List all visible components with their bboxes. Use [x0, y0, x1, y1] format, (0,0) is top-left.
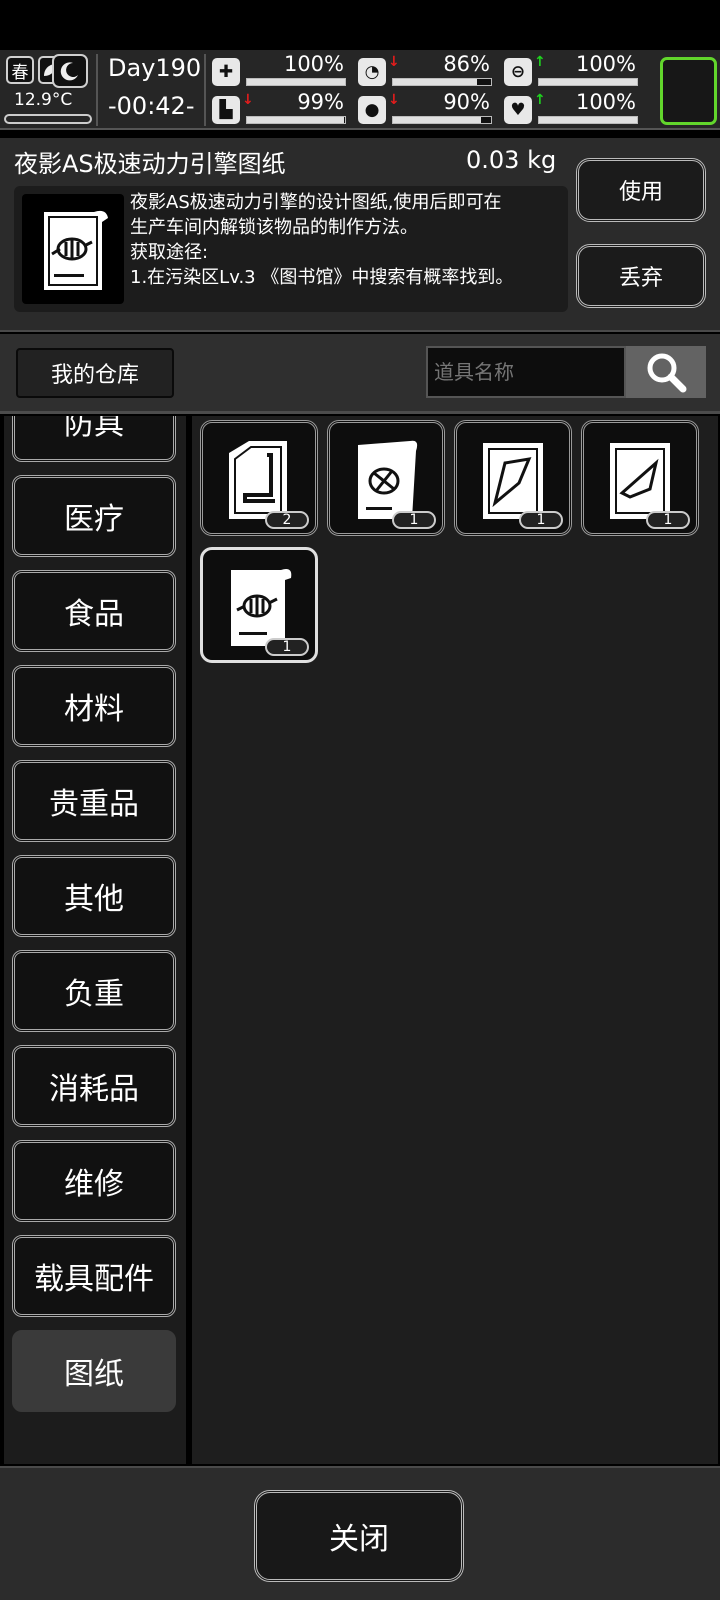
use-button[interactable]: 使用: [576, 158, 706, 222]
stat-bar-fill: [247, 79, 345, 85]
item-description-box: 夜影AS极速动力引擎的设计图纸,使用后即可在 生产车间内解锁该物品的制作方法。 …: [14, 186, 568, 312]
stat-bar: [538, 116, 638, 124]
thermometer-icon: [4, 114, 92, 124]
stat-value: 90%: [443, 90, 490, 114]
stat-heart: ♥ ↑ 100%: [504, 90, 644, 128]
stat-value: 100%: [575, 52, 636, 76]
engine-blueprint-icon: [44, 210, 108, 290]
inventory-slot[interactable]: 1: [581, 420, 699, 536]
stomach-icon: ◔: [358, 58, 386, 86]
item-description: 夜影AS极速动力引擎的设计图纸,使用后即可在 生产车间内解锁该物品的制作方法。 …: [130, 192, 514, 288]
category-tab[interactable]: 医疗: [12, 475, 176, 557]
stat-value: 86%: [443, 52, 490, 76]
item-count-badge: 2: [265, 511, 309, 529]
category-tab[interactable]: 其他: [12, 855, 176, 937]
day-counter: Day190: [108, 54, 202, 82]
status-slot-button[interactable]: [660, 57, 717, 125]
stat-water-drop: ● ↓ 90%: [358, 90, 498, 128]
inventory-slot[interactable]: 1: [327, 420, 445, 536]
search-button[interactable]: [626, 346, 706, 398]
divider: [96, 54, 98, 126]
item-count-badge: 1: [392, 511, 436, 529]
stat-value: 100%: [575, 90, 636, 114]
bottom-bar: 关闭: [0, 1466, 720, 1600]
item-name: 夜影AS极速动力引擎图纸: [14, 150, 286, 178]
stat-bar: [392, 78, 492, 86]
stat-bar-fill: [539, 79, 637, 85]
medkit-icon: ✚: [212, 58, 240, 86]
stat-medkit: ✚ 100%: [212, 52, 352, 90]
inventory-slot[interactable]: 1: [454, 420, 572, 536]
search-input[interactable]: [426, 346, 626, 398]
category-tab[interactable]: 消耗品: [12, 1045, 176, 1127]
category-tab[interactable]: 材料: [12, 665, 176, 747]
stat-bar: [246, 116, 346, 124]
item-grid: 2 1 1 1 1: [190, 416, 718, 1464]
stat-boot: ▙ ↓ 99%: [212, 90, 352, 128]
status-bar: 春 12.9°C Day190 -00:42- ✚ 100% ◔ ↓ 86% ⊖ ↑ 100%…: [0, 50, 720, 130]
stat-energy-capsule: ⊖ ↑ 100%: [504, 52, 644, 90]
category-tab[interactable]: 防具: [12, 416, 176, 462]
divider: [204, 54, 206, 126]
heart-icon: ♥: [504, 96, 532, 124]
moon-icon: [52, 54, 88, 88]
inventory-slot[interactable]: 2: [200, 420, 318, 536]
temperature: 12.9°C: [14, 90, 73, 110]
category-tab[interactable]: 负重: [12, 950, 176, 1032]
stat-bar: [246, 78, 346, 86]
search-icon: [647, 353, 687, 393]
inventory-slot[interactable]: 1: [200, 547, 318, 663]
stat-bar: [538, 78, 638, 86]
category-sidebar[interactable]: 防具医疗食品材料贵重品其他负重消耗品维修载具配件图纸: [4, 416, 186, 1464]
stat-bar-fill: [393, 79, 478, 85]
my-warehouse-button[interactable]: 我的仓库: [16, 348, 174, 398]
water-drop-icon: ●: [358, 96, 386, 124]
season-indicator: 春: [6, 56, 34, 84]
item-weight: 0.03 kg: [466, 146, 557, 174]
stat-bar-fill: [247, 117, 345, 123]
category-tab[interactable]: 食品: [12, 570, 176, 652]
item-count-badge: 1: [519, 511, 563, 529]
category-tab[interactable]: 贵重品: [12, 760, 176, 842]
stat-bar-fill: [393, 117, 482, 123]
category-tab[interactable]: 图纸: [12, 1330, 176, 1412]
item-thumbnail: [22, 194, 124, 304]
item-count-badge: 1: [646, 511, 690, 529]
stat-value: 100%: [283, 52, 344, 76]
category-tab[interactable]: 维修: [12, 1140, 176, 1222]
warehouse-toolbar: 我的仓库: [0, 334, 720, 414]
boot-icon: ▙: [212, 96, 240, 124]
close-button[interactable]: 关闭: [254, 1490, 464, 1582]
clock: -00:42-: [108, 92, 195, 120]
item-detail-panel: 夜影AS极速动力引擎图纸 0.03 kg 夜影AS极速动力引擎的设计图纸,使用后…: [0, 138, 720, 332]
stat-stomach: ◔ ↓ 86%: [358, 52, 498, 90]
stat-value: 99%: [297, 90, 344, 114]
season-label: 春: [11, 62, 29, 83]
energy-capsule-icon: ⊖: [504, 58, 532, 86]
category-tab[interactable]: 载具配件: [12, 1235, 176, 1317]
stat-bar-fill: [539, 117, 637, 123]
stat-bar: [392, 116, 492, 124]
discard-button[interactable]: 丢弃: [576, 244, 706, 308]
item-count-badge: 1: [265, 638, 309, 656]
